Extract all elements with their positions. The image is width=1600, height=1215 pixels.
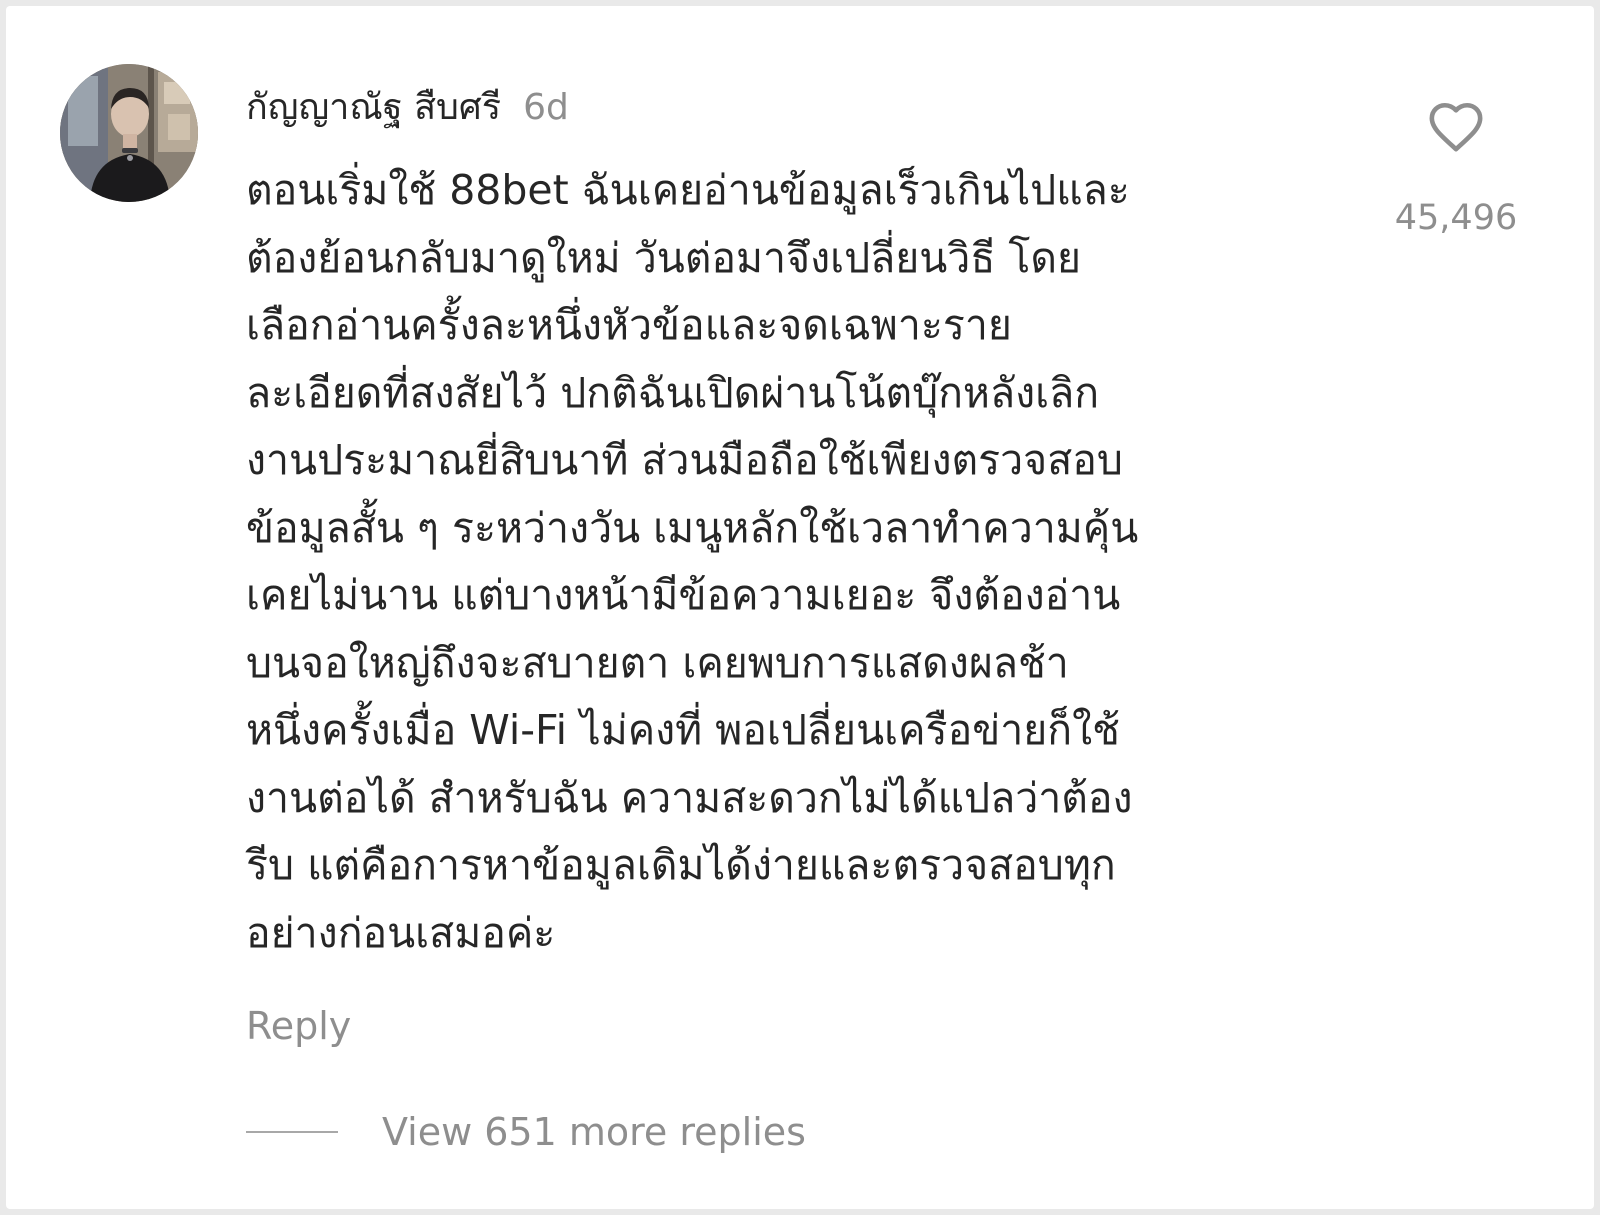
avatar[interactable] [60,64,198,202]
comment-line: ละเอียดที่สงสัยไว้ ปกติฉันเปิดผ่านโน้ตบุ… [246,368,1100,417]
heart-outline-icon [1429,102,1483,152]
view-replies-label: View 651 more replies [382,1110,806,1154]
avatar-photo [60,64,198,202]
replies-divider [246,1131,338,1133]
comment-line: รีบ แต่คือการหาข้อมูลเดิมได้ง่ายและตรวจส… [246,841,1116,889]
comment-line: งานประมาณยี่สิบนาที ส่วนมือถือใช้เพียงตร… [246,436,1123,484]
comment-line: งานต่อได้ สำหรับฉัน ความสะดวกไม่ได้แปลว่… [246,773,1133,822]
username[interactable]: กัญญาณัฐ สืบศรี [246,78,501,135]
comment-line: บนจอใหญ่ถึงจะสบายตา เคยพบการแสดงผลช้า [246,638,1069,687]
reply-button[interactable]: Reply [246,1004,351,1048]
comment-line: ข้อมูลสั้น ๆ ระหว่างวัน เมนูหลักใช้เวลาท… [246,503,1139,552]
comment-line: ตอนเริ่มใช้ 88bet ฉันเคยอ่านข้อมูลเร็วเก… [246,166,1130,214]
like-button[interactable] [1406,100,1506,160]
comment-line: เลือกอ่านครั้งละหนึ่งหัวข้อและจดเฉพาะราย [246,301,1012,349]
comment-line: เคยไม่นาน แต่บางหน้ามีข้อความเยอะ จึงต้อ… [246,571,1121,619]
comment-line: หนึ่งครั้งเมื่อ Wi-Fi ไม่คงที่ พอเปลี่ยน… [246,706,1120,754]
view-replies-button[interactable]: View 651 more replies [246,1110,806,1154]
comment-header: กัญญาณัฐ สืบศรี 6d [246,78,569,128]
comment-time: 6d [523,87,569,128]
comment-card: กัญญาณัฐ สืบศรี 6d ตอนเริ่มใช้ 88bet ฉัน… [6,6,1594,1209]
like-count: 45,496 [1394,198,1518,238]
comment-line: ต้องย้อนกลับมาดูใหม่ วันต่อมาจึงเปลี่ยนว… [246,233,1082,282]
comment-line: อย่างก่อนเสมอค่ะ [246,908,556,957]
comment-text: ตอนเริ่มใช้ 88bet ฉันเคยอ่านข้อมูลเร็วเก… [246,157,1326,967]
